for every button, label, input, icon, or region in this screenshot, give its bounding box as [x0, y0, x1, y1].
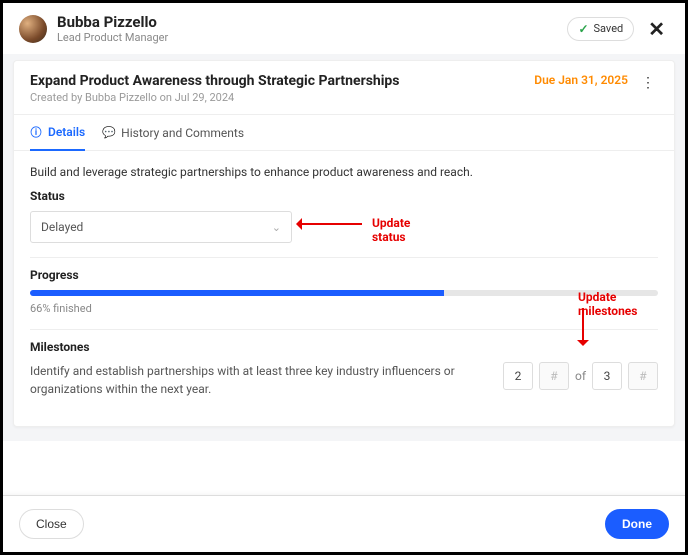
goal-card: Expand Product Awareness through Strateg…: [13, 60, 675, 427]
chevron-down-icon: ⌄: [272, 221, 281, 234]
progress-section: Progress 66% finished: [30, 258, 658, 330]
avatar: [19, 15, 47, 43]
milestone-total-input[interactable]: 3: [592, 362, 622, 390]
progress-label: Progress: [30, 268, 658, 282]
user-name: Bubba Pizzello: [57, 13, 168, 31]
user-role: Lead Product Manager: [57, 31, 168, 44]
done-button[interactable]: Done: [605, 509, 669, 539]
modal-footer: Close Done: [3, 495, 685, 552]
user-identity: Bubba Pizzello Lead Product Manager: [57, 13, 168, 44]
annot-status: Update status: [372, 216, 410, 244]
tab-details[interactable]: ⓘ Details: [30, 115, 85, 151]
info-icon: ⓘ: [30, 126, 42, 138]
details-panel: Build and leverage strategic partnership…: [14, 151, 674, 426]
status-section: Status Delayed ⌄ Update status: [30, 179, 658, 258]
milestones-label: Milestones: [30, 340, 658, 354]
tab-details-label: Details: [48, 125, 85, 139]
close-button[interactable]: Close: [19, 509, 84, 539]
milestone-counter: 2 # of 3 #: [503, 362, 658, 390]
tab-bar: ⓘ Details 💬 History and Comments: [14, 115, 674, 151]
of-text: of: [575, 369, 586, 383]
content-area: Expand Product Awareness through Strateg…: [3, 54, 685, 441]
hash-icon-2: #: [628, 362, 658, 390]
close-icon[interactable]: ✕: [644, 17, 669, 41]
saved-indicator: ✓ Saved: [567, 17, 634, 41]
more-menu-icon[interactable]: ⋮: [638, 73, 658, 93]
status-label: Status: [30, 189, 658, 203]
milestone-description: Identify and establish partnerships with…: [30, 362, 493, 398]
check-icon: ✓: [578, 22, 588, 36]
status-value: Delayed: [41, 220, 83, 234]
comment-icon: 💬: [103, 127, 115, 139]
goal-description: Build and leverage strategic partnership…: [30, 165, 658, 179]
due-date: Due Jan 31, 2025: [534, 73, 628, 87]
milestones-section: Update milestones Milestones Identify an…: [30, 330, 658, 420]
tab-history-label: History and Comments: [121, 126, 244, 140]
progress-text: 66% finished: [30, 302, 658, 315]
status-select[interactable]: Delayed ⌄: [30, 211, 292, 243]
modal-header: Bubba Pizzello Lead Product Manager ✓ Sa…: [3, 3, 685, 54]
modal-frame: Bubba Pizzello Lead Product Manager ✓ Sa…: [0, 0, 688, 555]
card-header: Expand Product Awareness through Strateg…: [14, 61, 674, 115]
milestone-done-input[interactable]: 2: [503, 362, 533, 390]
saved-label: Saved: [594, 22, 624, 35]
tab-history[interactable]: 💬 History and Comments: [103, 115, 244, 150]
progress-fill: [30, 290, 444, 296]
goal-created: Created by Bubba Pizzello on Jul 29, 202…: [30, 91, 534, 104]
progress-bar: [30, 290, 658, 296]
goal-title: Expand Product Awareness through Strateg…: [30, 73, 534, 89]
hash-icon: #: [539, 362, 569, 390]
